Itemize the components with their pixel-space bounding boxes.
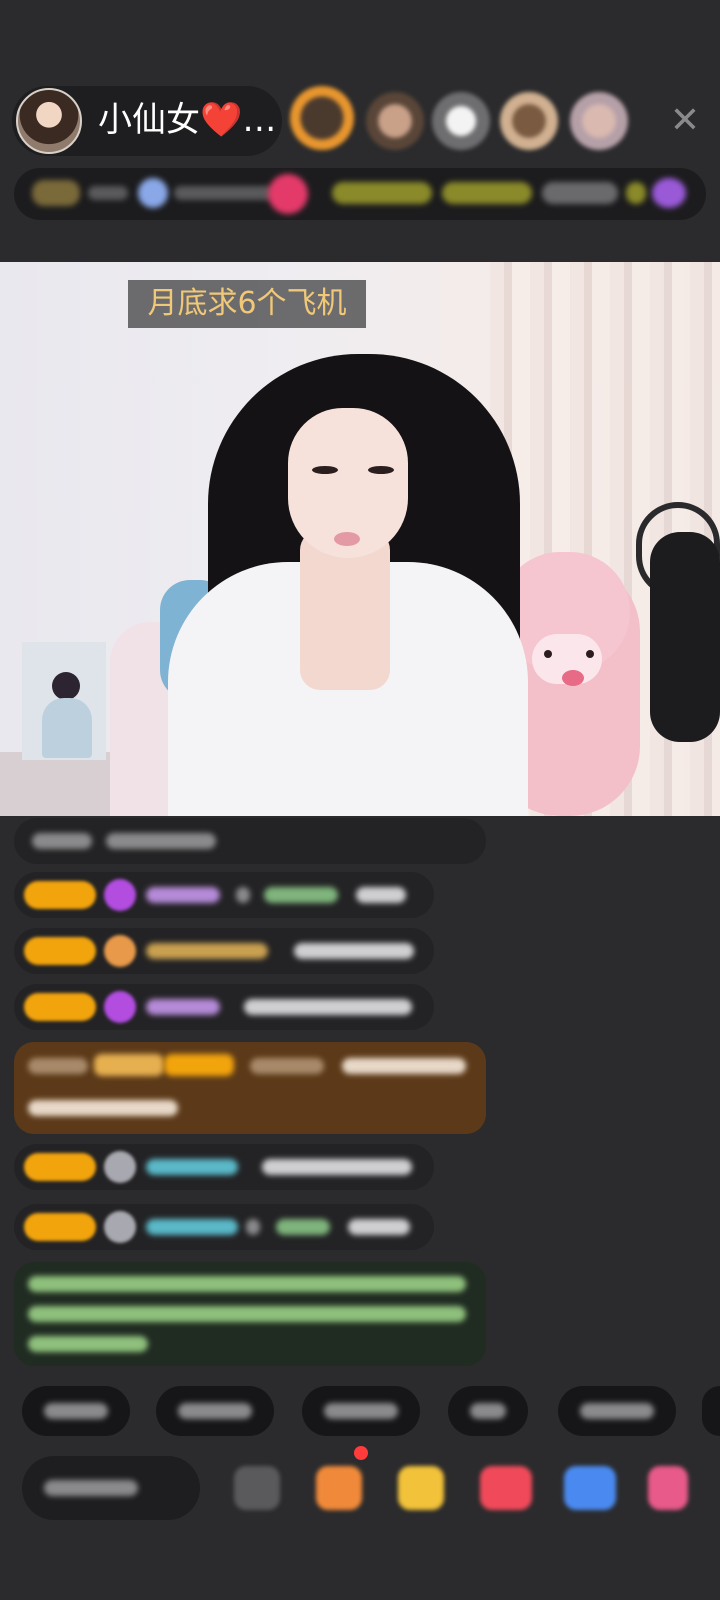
info-text — [174, 186, 274, 200]
quick-chip[interactable] — [156, 1386, 274, 1436]
more-icon[interactable] — [648, 1466, 688, 1510]
chat-message[interactable] — [14, 928, 434, 974]
chat-input[interactable] — [22, 1456, 200, 1520]
host-avatar[interactable] — [16, 88, 82, 154]
teddy-bear-eye — [544, 650, 552, 658]
top-viewer-avatar[interactable] — [290, 86, 354, 150]
notification-dot — [354, 1446, 368, 1460]
chat-message[interactable] — [14, 1204, 434, 1250]
level-badge — [24, 1213, 96, 1241]
streamer-eye — [312, 466, 338, 474]
level-badge — [24, 1153, 96, 1181]
diamond-icon — [104, 991, 136, 1023]
room-info-bar[interactable] — [14, 168, 706, 220]
user-icon — [104, 1151, 136, 1183]
quick-chip[interactable] — [702, 1386, 720, 1436]
teddy-bear-nose — [562, 670, 584, 686]
streamer-eye — [368, 466, 394, 474]
badge-icon — [104, 935, 136, 967]
quick-chip[interactable] — [302, 1386, 420, 1436]
streamer-lips — [334, 532, 360, 546]
quick-chip[interactable] — [22, 1386, 130, 1436]
chat-message[interactable] — [14, 872, 434, 918]
info-text — [88, 186, 128, 200]
hot-badge[interactable] — [268, 174, 308, 214]
fans-icon[interactable] — [138, 178, 168, 208]
live-video[interactable]: 月底求6个飞机 — [0, 262, 720, 816]
chat-message[interactable] — [14, 818, 486, 864]
game-icon[interactable] — [564, 1466, 616, 1510]
host-name: 小仙女❤️… — [98, 100, 277, 140]
diamond-icon — [104, 879, 136, 911]
stream-title-overlay: 月底求6个飞机 — [128, 280, 366, 328]
viewer-avatar[interactable] — [432, 92, 490, 150]
quick-chip[interactable] — [448, 1386, 528, 1436]
gift-icon[interactable] — [652, 178, 686, 208]
activity-text[interactable] — [442, 182, 532, 204]
host-info-pill[interactable]: 小仙女❤️… — [12, 86, 282, 156]
quick-chip[interactable] — [558, 1386, 676, 1436]
viewer-avatar[interactable] — [570, 92, 628, 150]
chat-message[interactable] — [14, 1144, 434, 1190]
special-chat-message[interactable] — [14, 1042, 486, 1134]
activity-text[interactable] — [542, 182, 618, 204]
activity-text[interactable] — [626, 182, 646, 204]
activity-text[interactable] — [332, 182, 432, 204]
gift-bag-icon[interactable] — [398, 1466, 444, 1510]
microphone — [650, 532, 720, 742]
rank-badge[interactable] — [32, 180, 80, 206]
heart-icon[interactable] — [480, 1466, 532, 1510]
photo-frame — [22, 642, 106, 760]
emoji-icon[interactable] — [234, 1466, 280, 1510]
viewer-avatar[interactable] — [366, 92, 424, 150]
system-notice — [14, 1262, 486, 1366]
chat-message[interactable] — [14, 984, 434, 1030]
level-badge — [24, 881, 96, 909]
user-icon — [104, 1211, 136, 1243]
gift-box-icon[interactable] — [316, 1466, 362, 1510]
close-icon[interactable]: ✕ — [662, 98, 708, 144]
teddy-bear-eye — [586, 650, 594, 658]
level-badge — [24, 937, 96, 965]
level-badge — [24, 993, 96, 1021]
viewer-avatar[interactable] — [500, 92, 558, 150]
